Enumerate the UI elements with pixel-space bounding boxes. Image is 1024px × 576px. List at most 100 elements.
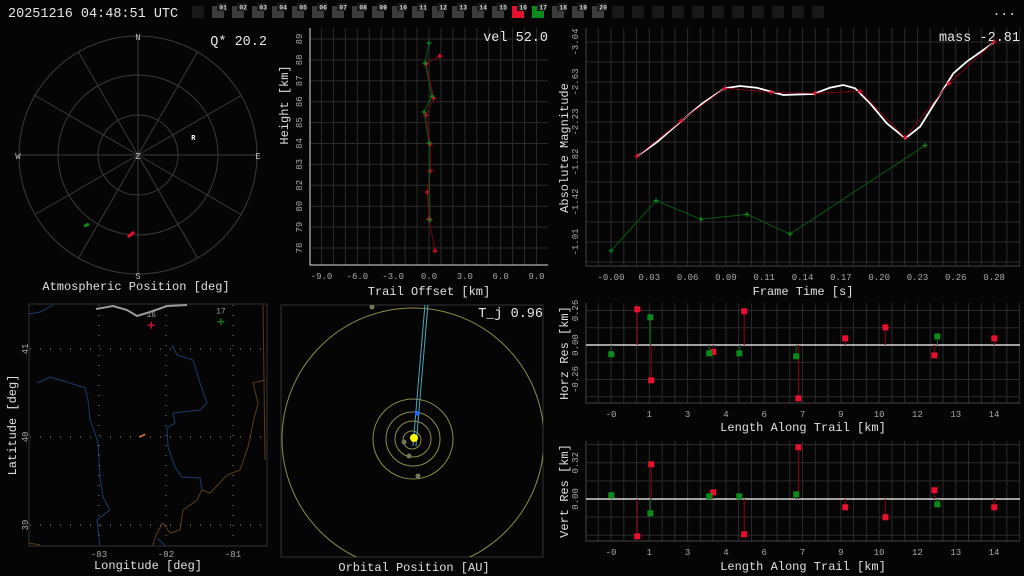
- frame-button-18[interactable]: 18: [552, 3, 567, 18]
- x-tick-label: 1: [647, 548, 652, 558]
- residual-point-16: [741, 531, 748, 538]
- series-line-17: [610, 145, 926, 252]
- compass-south: S: [135, 272, 140, 282]
- frame-button-empty-24[interactable]: [672, 6, 684, 18]
- x-tick-label: 0.0: [421, 272, 437, 282]
- frame-button-empty-30[interactable]: [792, 6, 804, 18]
- frame-button-04[interactable]: 04: [272, 3, 287, 18]
- map-ylabel: Latitude [deg]: [6, 375, 20, 476]
- frame-button-02[interactable]: 02: [232, 3, 247, 18]
- data-point-16: [426, 216, 432, 222]
- azimuth-spoke: [34, 154, 139, 215]
- frame-label: 18: [559, 5, 567, 12]
- frame-button-empty-26[interactable]: [712, 6, 724, 18]
- frame-button-19[interactable]: 19: [572, 3, 587, 18]
- residual-point-16: [931, 487, 938, 494]
- frame-button-03[interactable]: 03: [252, 3, 267, 18]
- x-tick-label: 12: [912, 410, 923, 420]
- data-point-17: [422, 60, 428, 66]
- compass-west: W: [15, 152, 21, 162]
- frame-button-empty-28[interactable]: [752, 6, 764, 18]
- frame-button-20[interactable]: 20: [592, 3, 607, 18]
- residual-point-17: [934, 333, 941, 340]
- x-tick-label: 0.20: [868, 273, 890, 283]
- series-line-16: [425, 55, 440, 251]
- frame-button-09[interactable]: 09: [372, 3, 387, 18]
- frame-button-15[interactable]: 15: [492, 3, 507, 18]
- x-tick-label: 6.0: [493, 272, 509, 282]
- frame-label: 02: [239, 5, 247, 12]
- frame-button-05[interactable]: 05: [292, 3, 307, 18]
- frame-button-17[interactable]: 17: [532, 3, 547, 18]
- y-tick-label: 84: [295, 138, 305, 149]
- x-tick-label: -3.0: [382, 272, 404, 282]
- azimuth-spoke: [78, 51, 139, 156]
- frame-button-empty-29[interactable]: [772, 6, 784, 18]
- frame-label: 11: [419, 5, 427, 12]
- state-border: [29, 542, 41, 546]
- x-tick-label: -0: [606, 548, 617, 558]
- y-axis-label: Vert Res [km]: [558, 444, 572, 538]
- frame-label: 09: [379, 5, 387, 12]
- chart-annotation: mass -2.81: [939, 31, 1020, 46]
- y-tick-label: -2.23: [571, 108, 581, 135]
- frame-button-empty-27[interactable]: [732, 6, 744, 18]
- frame-box: [712, 6, 724, 18]
- frame-button-06[interactable]: 06: [312, 3, 327, 18]
- y-tick-label: 89: [295, 34, 305, 45]
- dashboard-canvas: 20251216 04:48:51 UTC 01 02 03 04 05 06 07 08 09…: [6, 3, 1021, 575]
- azimuth-spoke: [137, 154, 242, 215]
- frame-label: 15: [499, 5, 507, 12]
- data-point-16: [437, 53, 443, 59]
- frame-button-empty-22[interactable]: [632, 6, 644, 18]
- frame-button-01[interactable]: 01: [212, 3, 227, 18]
- frame-button-08[interactable]: 08: [352, 3, 367, 18]
- x-tick-label: 10: [874, 548, 885, 558]
- data-point-16: [432, 248, 438, 254]
- frame-label: 12: [439, 5, 447, 12]
- residual-point-17: [736, 493, 743, 500]
- frame-button-14[interactable]: 14: [472, 3, 487, 18]
- frame-box: [192, 6, 204, 18]
- x-tick-label: 12: [912, 548, 923, 558]
- state-border: [262, 304, 266, 461]
- river-line: [36, 376, 111, 546]
- meteor-track-17: [83, 222, 90, 228]
- map-panel: Longitude [deg] Latitude [deg] -83 -82 -81…: [6, 303, 268, 573]
- frame-button-07[interactable]: 07: [332, 3, 347, 18]
- residual-point-16: [991, 335, 998, 342]
- frame-button-12[interactable]: 12: [432, 3, 447, 18]
- y-axis-label: Absolute Magnitude: [558, 83, 572, 213]
- planet-dot: [401, 439, 407, 445]
- meteoroid-orbit: [415, 305, 429, 447]
- frame-button-10[interactable]: 10: [392, 3, 407, 18]
- orbit-title: Orbital Position [AU]: [338, 561, 489, 575]
- y-tick-label: -2.63: [571, 68, 581, 95]
- frame-button-empty-23[interactable]: [652, 6, 664, 18]
- x-tick-label: -9.0: [311, 272, 333, 282]
- y-tick-label: 87: [295, 75, 305, 86]
- station-marker-17: [217, 318, 225, 326]
- y-tick-label: 0.26: [571, 300, 581, 322]
- y-tick-label: 85: [295, 117, 305, 128]
- frame-button-empty-21[interactable]: [612, 6, 624, 18]
- data-point-17: [744, 211, 750, 217]
- residual-point-16: [648, 377, 655, 384]
- x-tick-label: 9: [838, 548, 843, 558]
- frame-box: [732, 6, 744, 18]
- y-tick-label: -1.82: [571, 148, 581, 175]
- frame-button-empty-31[interactable]: [812, 6, 824, 18]
- frame-button-empty-25[interactable]: [692, 6, 704, 18]
- y-tick-label: -3.04: [571, 28, 581, 55]
- y-tick-label: -1.42: [571, 188, 581, 215]
- residual-point-16: [842, 335, 849, 342]
- frame-button-16[interactable]: 16: [512, 3, 527, 18]
- frame-button-empty-0[interactable]: [192, 6, 204, 18]
- latitude-tick: 40: [21, 432, 31, 443]
- x-tick-label: 6: [762, 548, 767, 558]
- menu-button[interactable]: ...: [993, 4, 1016, 19]
- frame-button-11[interactable]: 11: [412, 3, 427, 18]
- frame-button-13[interactable]: 13: [452, 3, 467, 18]
- x-tick-label: 3: [685, 548, 690, 558]
- radiant-marker: R: [191, 135, 196, 143]
